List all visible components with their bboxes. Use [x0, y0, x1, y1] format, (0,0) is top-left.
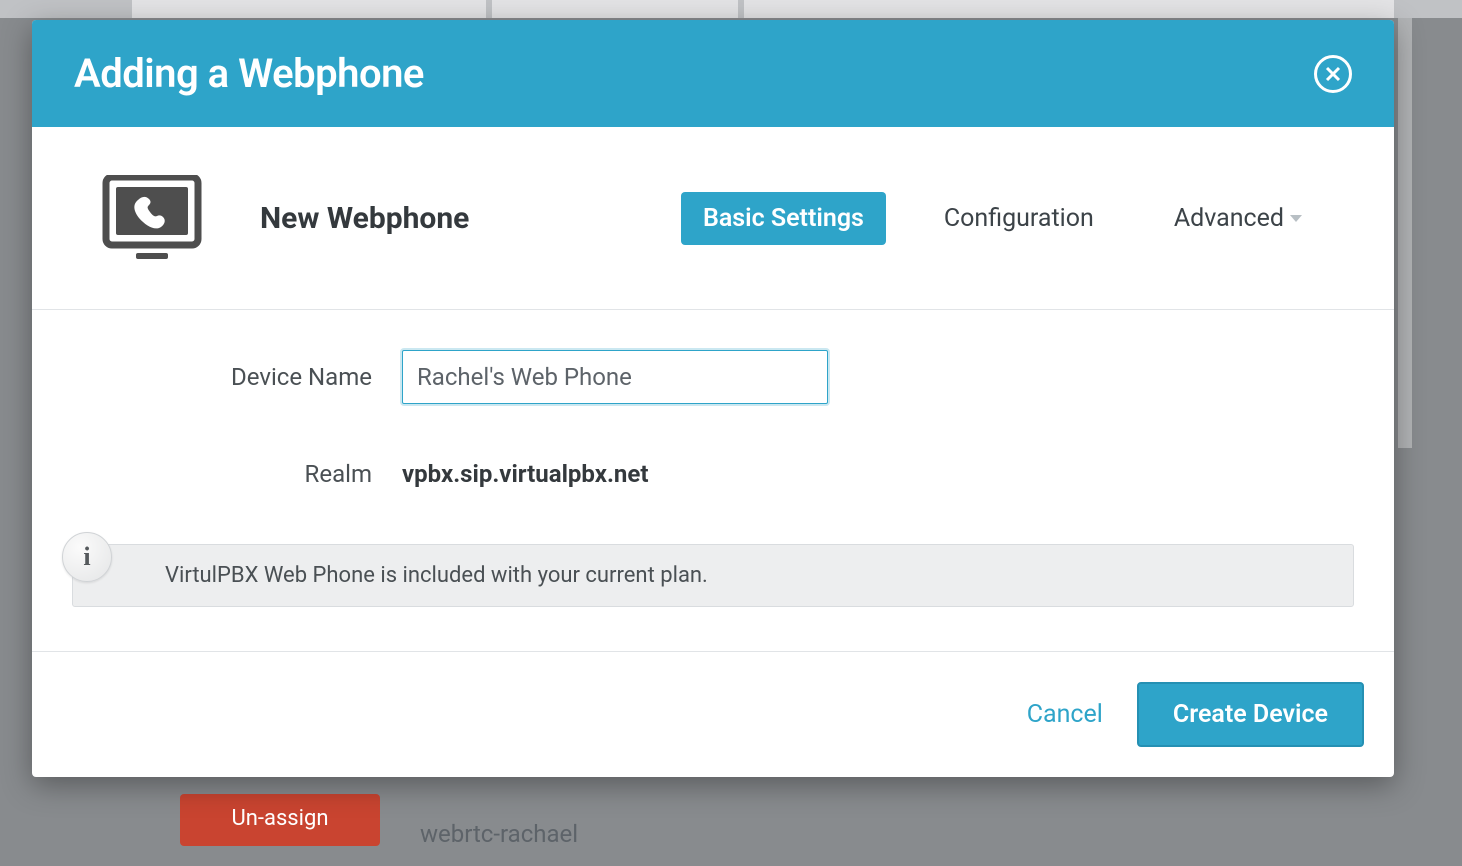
unassign-button: Un-assign: [180, 794, 380, 846]
close-icon: [1324, 65, 1342, 83]
webphone-device-icon: [102, 175, 202, 261]
create-device-button[interactable]: Create Device: [1137, 682, 1364, 747]
tab-label: Configuration: [944, 204, 1094, 233]
tab-label: Advanced: [1174, 204, 1284, 233]
info-bar: i VirtulPBX Web Phone is included with y…: [72, 544, 1354, 607]
modal-header: Adding a Webphone: [32, 20, 1394, 127]
info-icon: i: [62, 532, 112, 582]
tab-advanced[interactable]: Advanced: [1152, 192, 1324, 245]
tab-label: Basic Settings: [703, 204, 864, 233]
subhead-title: New Webphone: [260, 201, 469, 236]
tab-basic-settings[interactable]: Basic Settings: [681, 192, 886, 245]
add-webphone-modal: Adding a Webphone New Webphone Basic Set…: [32, 20, 1394, 777]
modal-subhead: New Webphone Basic Settings Configuratio…: [32, 127, 1394, 310]
realm-row: Realm vpbx.sip.virtualpbx.net: [102, 448, 1324, 500]
realm-value: vpbx.sip.virtualpbx.net: [402, 448, 648, 500]
cancel-button[interactable]: Cancel: [1027, 700, 1103, 729]
device-name-label: Device Name: [102, 363, 402, 391]
chevron-down-icon: [1290, 215, 1302, 222]
modal-body: Device Name Realm vpbx.sip.virtualpbx.ne…: [32, 310, 1394, 607]
tab-configuration[interactable]: Configuration: [922, 192, 1116, 245]
close-button[interactable]: [1314, 55, 1352, 93]
modal-title: Adding a Webphone: [74, 50, 424, 97]
modal-footer: Cancel Create Device: [32, 651, 1394, 777]
info-message: VirtulPBX Web Phone is included with you…: [165, 563, 708, 588]
bg-row-text: webrtc-rachael: [420, 820, 578, 848]
device-name-input[interactable]: [402, 350, 828, 404]
realm-label: Realm: [102, 460, 402, 488]
tab-bar: Basic Settings Configuration Advanced: [681, 192, 1324, 245]
device-name-row: Device Name: [102, 350, 1324, 404]
